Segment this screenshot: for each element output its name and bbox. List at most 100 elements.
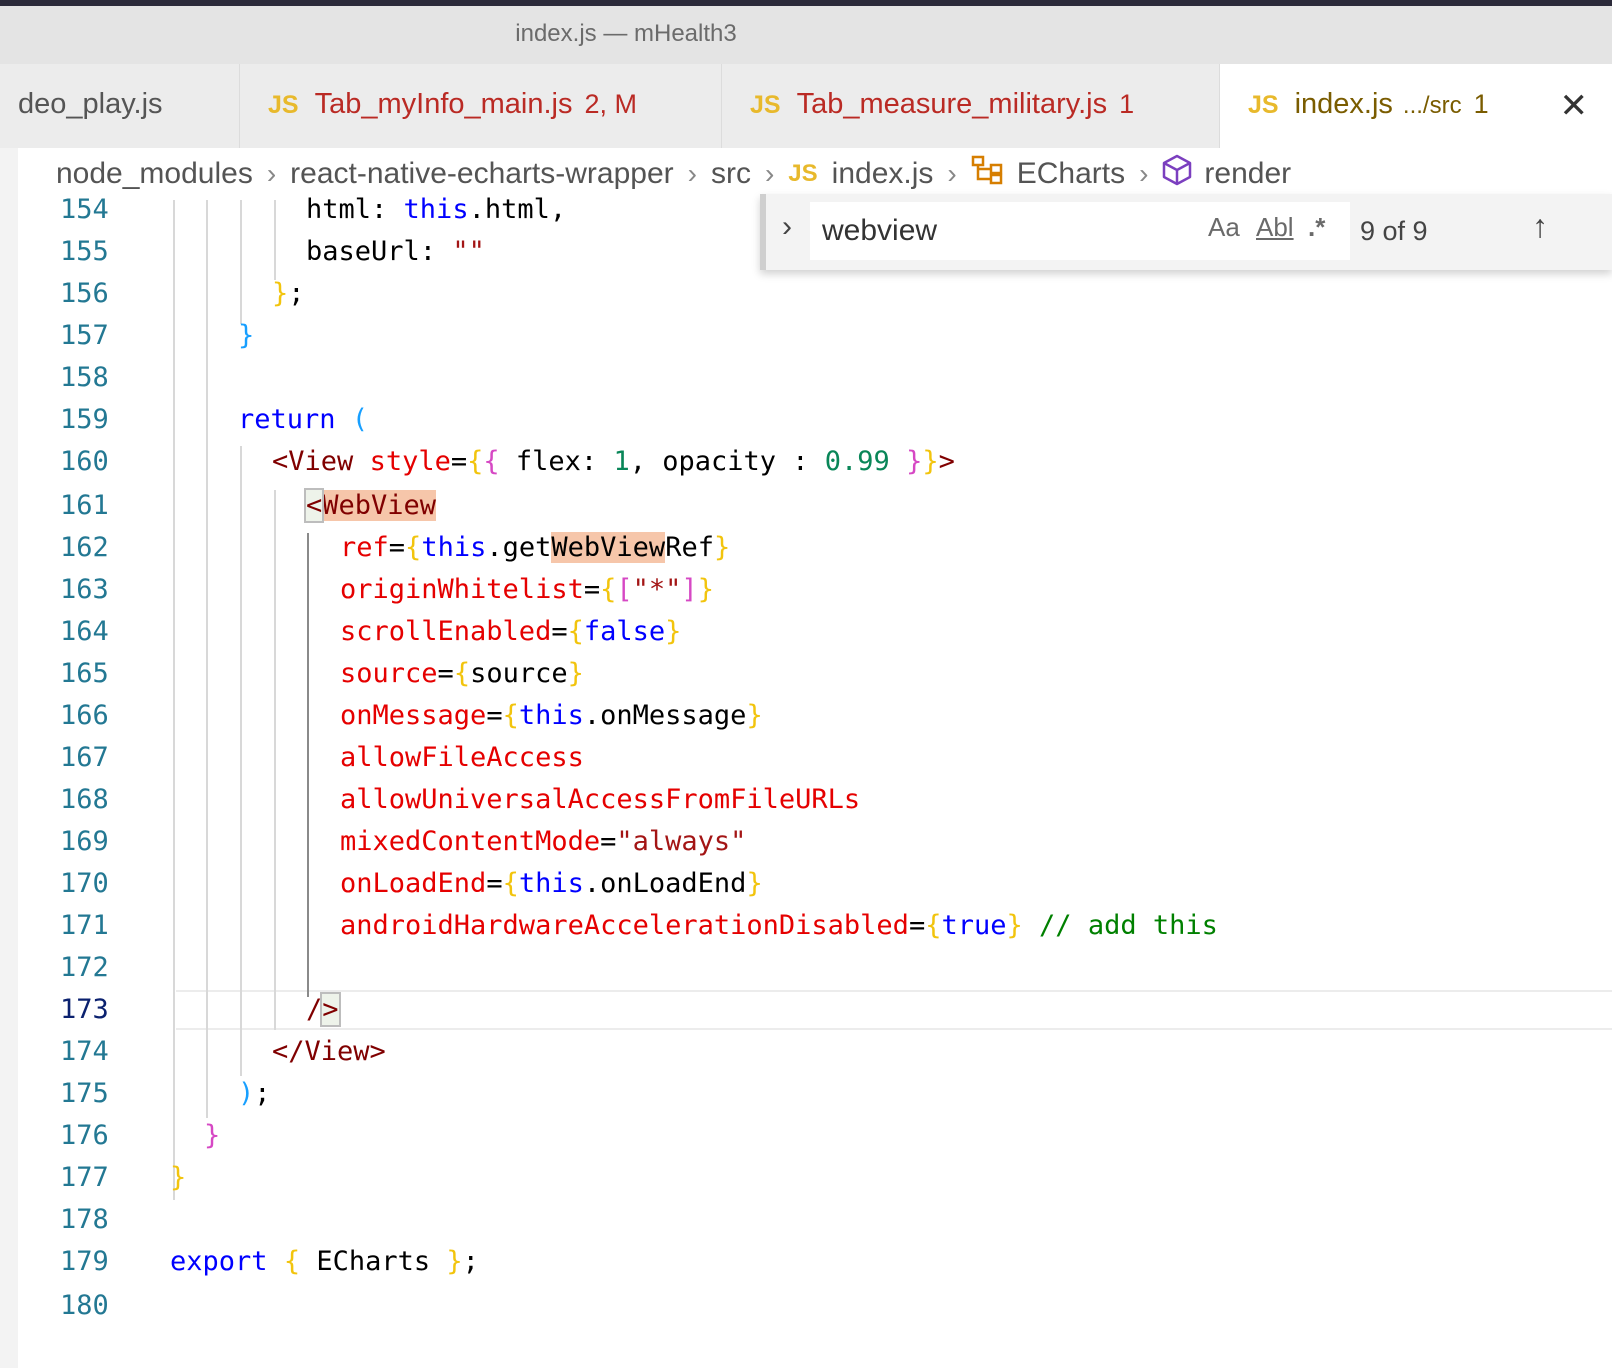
indent-guide — [240, 200, 242, 324]
indent-guide-active — [307, 533, 309, 997]
code-line-156: }; — [272, 278, 305, 309]
indent-guide — [240, 446, 242, 1076]
line-number: 171 — [60, 910, 109, 941]
find-match-count: 9 of 9 — [1360, 216, 1428, 246]
breadcrumb-item-file[interactable]: index.js — [832, 157, 934, 191]
line-number-current: 173 — [60, 994, 109, 1025]
line-number: 156 — [60, 278, 109, 309]
breadcrumb-item-method[interactable]: render — [1204, 157, 1291, 191]
breadcrumb-item-src[interactable]: src — [711, 157, 751, 191]
line-number: 157 — [60, 320, 109, 351]
js-file-icon: JS — [750, 91, 781, 119]
code-line-171: androidHardwareAccelerationDisabled={tru… — [340, 910, 1218, 941]
line-number: 169 — [60, 826, 109, 857]
chevron-right-icon: › — [687, 158, 697, 189]
js-file-icon: JS — [1248, 91, 1279, 119]
tab-badge: 2, M — [584, 89, 638, 119]
breadcrumb-item-node-modules[interactable]: node_modules — [56, 157, 253, 191]
find-match-highlight: WebView — [551, 532, 666, 563]
left-gutter-strip — [0, 200, 18, 1368]
match-whole-word-toggle[interactable]: Abl — [1256, 212, 1294, 243]
code-line-154: html: this.html, — [306, 194, 567, 225]
tab-label: Tab_myInfo_main.js — [314, 88, 573, 120]
breadcrumb-item-package[interactable]: react-native-echarts-wrapper — [290, 157, 673, 191]
line-number: 166 — [60, 700, 109, 731]
line-number: 159 — [60, 404, 109, 435]
current-line-highlight — [176, 990, 1612, 1030]
tab-index-js[interactable]: JS index.js .../src 1 ✕ — [1220, 64, 1612, 148]
line-number: 162 — [60, 532, 109, 563]
code-line-164: scrollEnabled={false} — [340, 616, 682, 647]
code-line-168: allowUniversalAccessFromFileURLs — [340, 784, 861, 815]
chevron-right-icon: › — [1139, 158, 1149, 189]
chevron-right-icon[interactable]: › — [782, 210, 792, 244]
code-editor[interactable]: 154 155 156 157 158 159 160 161 162 163 … — [18, 194, 1612, 1368]
close-icon[interactable]: ✕ — [1560, 86, 1589, 126]
line-number: 178 — [60, 1204, 109, 1235]
code-line-155: baseUrl: "" — [306, 236, 485, 267]
code-line-176: } — [204, 1120, 221, 1151]
code-line-173: /> — [306, 992, 341, 1027]
line-number: 168 — [60, 784, 109, 815]
code-line-162: ref={this.getWebViewRef} — [340, 532, 731, 563]
line-number: 175 — [60, 1078, 109, 1109]
line-number: 176 — [60, 1120, 109, 1151]
code-line-169: mixedContentMode="always" — [340, 826, 747, 857]
tab-label: Tab_measure_military.js — [796, 88, 1108, 120]
tab-label: index.js — [1294, 88, 1393, 120]
tab-bar: deo_play.js JS Tab_myInfo_main.js 2, M JS T… — [0, 64, 1612, 148]
line-number: 161 — [60, 490, 109, 521]
code-line-157: } — [238, 320, 255, 351]
match-case-toggle[interactable]: Aa — [1208, 212, 1240, 243]
previous-match-arrow-icon[interactable]: ↑ — [1532, 208, 1548, 245]
title-bar: index.js — mHealth3 — [0, 6, 1612, 64]
chevron-right-icon: › — [947, 158, 957, 189]
line-number: 172 — [60, 952, 109, 983]
use-regex-toggle[interactable]: .* — [1308, 212, 1325, 243]
breadcrumb: node_modules › react-native-echarts-wrap… — [0, 148, 1612, 200]
indent-guide — [274, 200, 276, 280]
breadcrumb-item-class[interactable]: ECharts — [1017, 157, 1125, 191]
line-number: 154 — [60, 194, 109, 225]
code-line-166: onMessage={this.onMessage} — [340, 700, 763, 731]
line-number: 180 — [60, 1290, 109, 1321]
find-widget: › Aa Abl .* 9 of 9 ↑ — [760, 194, 1612, 270]
code-line-175: ); — [238, 1078, 271, 1109]
code-line-174: </View> — [272, 1036, 386, 1067]
indent-guide — [173, 200, 175, 1200]
tab-deo-play[interactable]: deo_play.js — [0, 64, 240, 148]
code-line-163: originWhitelist={["*"]} — [340, 574, 714, 605]
class-symbol-icon — [971, 155, 1005, 193]
line-number: 165 — [60, 658, 109, 689]
chevron-right-icon: › — [764, 158, 775, 189]
code-line-165: source={source} — [340, 658, 584, 689]
tab-path: .../src — [1402, 92, 1462, 119]
tab-label: deo_play.js — [18, 88, 163, 120]
line-number: 158 — [60, 362, 109, 393]
method-cube-icon — [1162, 154, 1192, 194]
line-number: 163 — [60, 574, 109, 605]
line-number: 160 — [60, 446, 109, 477]
line-number: 164 — [60, 616, 109, 647]
code-line-170: onLoadEnd={this.onLoadEnd} — [340, 868, 763, 899]
window-title: index.js — mHealth3 — [515, 20, 737, 47]
tab-badge: 1 — [1473, 89, 1489, 119]
tab-badge: 1 — [1119, 89, 1135, 119]
js-file-icon: JS — [788, 160, 818, 187]
tab-measure-military[interactable]: JS Tab_measure_military.js 1 — [722, 64, 1220, 148]
tab-myinfo-main[interactable]: JS Tab_myInfo_main.js 2, M — [240, 64, 722, 148]
code-line-159: return ( — [238, 404, 369, 435]
code-line-160: <View style={{ flex: 1, opacity : 0.99 }… — [272, 446, 955, 477]
indent-guide — [206, 200, 208, 1118]
indent-guide — [274, 490, 276, 1030]
line-number: 177 — [60, 1162, 109, 1193]
code-line-177: } — [170, 1162, 187, 1193]
line-number: 170 — [60, 868, 109, 899]
chevron-right-icon: › — [266, 158, 277, 189]
line-number: 179 — [60, 1246, 109, 1277]
line-number: 174 — [60, 1036, 109, 1067]
code-line-161: <WebView — [303, 488, 437, 523]
line-number: 167 — [60, 742, 109, 773]
code-line-179: export { ECharts }; — [170, 1246, 479, 1277]
code-line-167: allowFileAccess — [340, 742, 584, 773]
